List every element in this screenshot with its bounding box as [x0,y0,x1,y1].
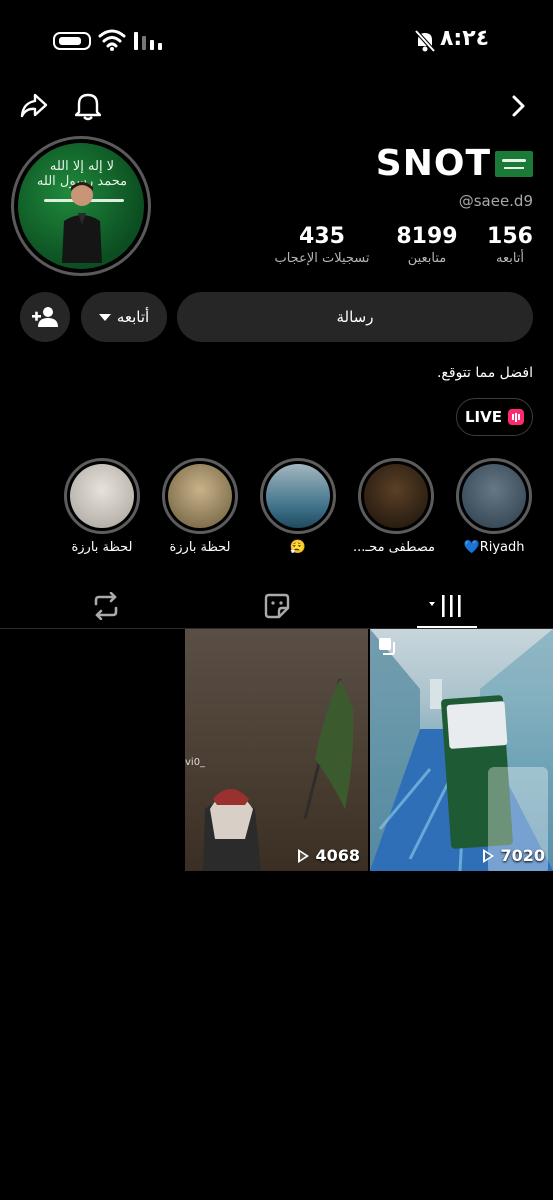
live-icon [508,409,524,425]
following-button-label: أتابعه [116,308,150,326]
stat-likes-value: 435 [299,224,345,249]
stat-followers-value: 8199 [396,224,458,249]
stat-following-value: 156 [487,224,533,249]
add-user-button[interactable] [20,292,70,342]
stat-following[interactable]: 156 أتابعه [487,224,533,266]
tab-videos[interactable] [417,586,477,626]
highlight-item[interactable]: لحظة بارزة [161,458,239,555]
grid-videos-icon [429,595,461,617]
highlight-thumbnail [70,464,134,528]
multiple-images-icon [379,638,395,655]
highlight-item[interactable]: Riyadh💙 [455,458,533,555]
video-thumbnail[interactable]: vi0_ 4068 [185,629,368,871]
signal-icon [134,32,162,50]
bell-icon[interactable] [72,90,104,122]
highlight-label: Riyadh💙 [463,540,525,555]
tab-reposts[interactable] [76,586,136,626]
highlight-item[interactable]: 😮‍💨 [259,458,337,555]
stat-followers[interactable]: 8199 متابعين [395,224,459,266]
video-views-value: 7020 [500,846,545,865]
profile-name-text: SNOT [375,143,491,184]
tab-tagged[interactable] [247,586,307,626]
highlight-item[interactable]: مصطفى محـ... [352,458,435,555]
highlight-label: لحظة بارزة [71,540,133,555]
profile-handle: @saee.d9 [458,192,533,210]
battery-icon [53,32,91,50]
story-highlights: Riyadh💙 مصطفى محـ... 😮‍💨 لحظة بارزة لحظة… [0,458,553,568]
saudi-flag-icon [495,150,533,177]
video-tag-text: vi0_ [185,757,206,768]
repost-icon [94,592,118,620]
person-image [203,789,261,871]
live-button[interactable]: LIVE [456,398,533,436]
profile-bio: افضل مما تتوقع. [436,365,533,381]
highlight-label: مصطفى محـ... [352,540,435,555]
chevron-right-icon[interactable] [504,92,532,120]
stat-followers-label: متابعين [407,251,447,266]
status-bar: ٨:٢٤ [0,26,553,56]
video-views-value: 4068 [315,846,360,865]
status-time: ٨:٢٤ [440,26,490,51]
highlight-label: لحظة بارزة [169,540,231,555]
flag-image [303,678,354,819]
caret-down-icon [98,313,111,321]
highlight-thumbnail [266,464,330,528]
message-button[interactable]: رسالة [177,292,533,342]
add-user-icon [32,307,58,327]
stat-likes-label: تسجيلات الإعجاب [274,251,370,266]
profile-tabs [0,586,553,630]
following-dropdown-button[interactable]: أتابعه [81,292,167,342]
avatar-person [62,182,102,263]
live-label: LIVE [465,408,502,426]
wifi-icon [98,29,126,51]
highlight-thumbnail [168,464,232,528]
video-thumbnail-empty [0,629,184,871]
video-grid: vi0_ 4068 7020 [0,629,553,871]
highlight-thumbnail [462,464,526,528]
boarding-pass-image [446,701,508,749]
stat-following-label: أتابعه [495,251,525,266]
mute-bell-icon [414,29,436,53]
highlight-label: 😮‍💨 [289,540,307,555]
avatar[interactable]: لا إله إلا الله محمد رسول الله [11,136,151,276]
share-icon[interactable] [18,90,50,122]
profile-name: SNOT [376,143,533,184]
stat-likes[interactable]: 435 تسجيلات الإعجاب [267,224,377,266]
video-thumbnail[interactable]: 7020 [370,629,553,871]
highlight-thumbnail [364,464,428,528]
play-icon [483,848,495,863]
play-icon [298,848,310,863]
video-view-count: 4068 [298,846,360,865]
video-view-count: 7020 [483,846,545,865]
sticker-icon [264,593,290,619]
highlight-item[interactable]: لحظة بارزة [63,458,141,555]
